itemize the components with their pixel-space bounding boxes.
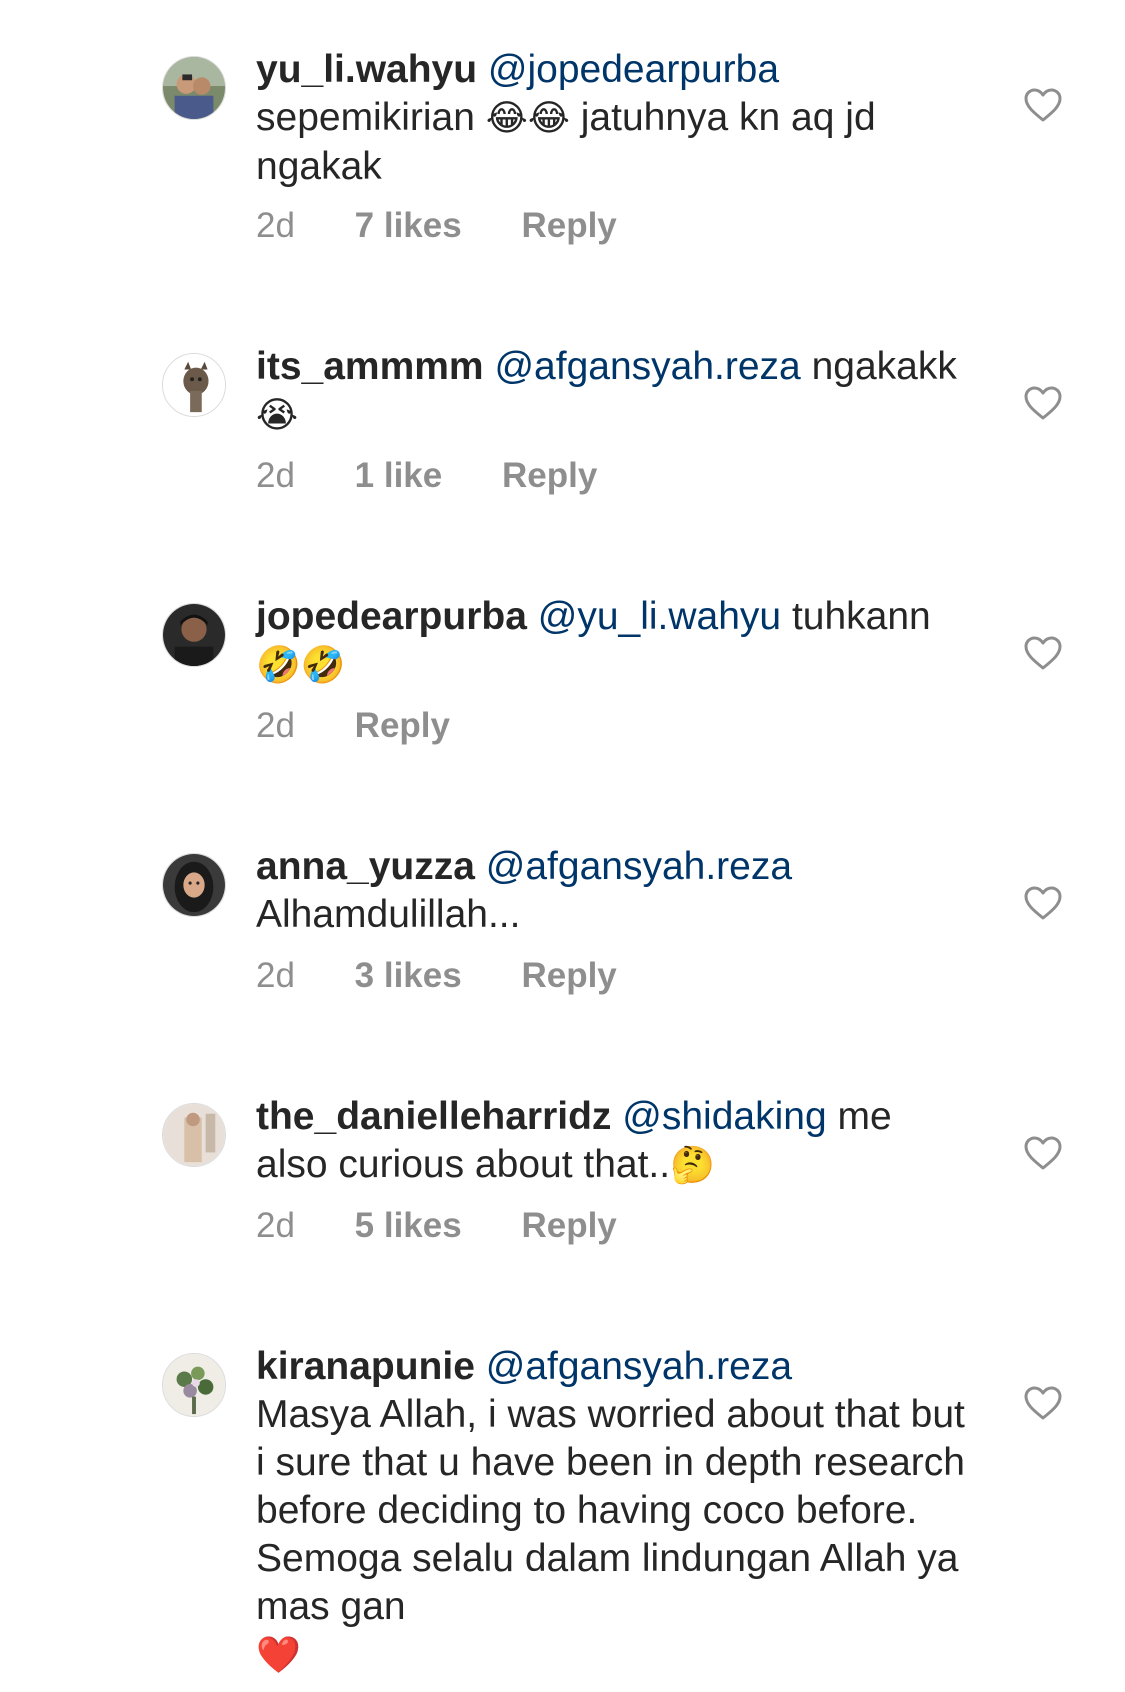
comment-meta: 2d 3 likes Reply xyxy=(256,956,617,996)
reply-button[interactable]: Reply xyxy=(521,956,616,996)
comment-time: 2d xyxy=(256,456,295,495)
comment-meta: 2d Reply xyxy=(256,706,450,746)
comment-text: Alhamdulillah... xyxy=(256,893,521,936)
heart-outline-icon[interactable] xyxy=(1024,386,1062,420)
profile-photo-icon xyxy=(163,1104,225,1166)
flowers-photo-icon xyxy=(163,1354,225,1416)
comment-username[interactable]: its_ammmm xyxy=(256,345,484,388)
comment-mention[interactable]: @afgansyah.reza xyxy=(486,1345,792,1388)
comment-likes[interactable]: 3 likes xyxy=(355,956,462,996)
comment-mention[interactable]: @yu_li.wahyu xyxy=(538,595,781,638)
comment-text: Masya Allah, i was worried about that bu… xyxy=(256,1393,965,1628)
heart-outline-icon[interactable] xyxy=(1024,1136,1062,1170)
comment-username[interactable]: kiranapunie xyxy=(256,1345,475,1388)
comment-mention[interactable]: @shidaking xyxy=(622,1095,826,1138)
comment-username[interactable]: the_danielleharridz xyxy=(256,1095,611,1138)
comment-likes[interactable]: 1 like xyxy=(355,456,443,496)
comment-meta: 2d 7 likes Reply xyxy=(256,206,617,246)
profile-photo-icon xyxy=(163,854,225,916)
heart-outline-icon[interactable] xyxy=(1024,636,1062,670)
comment-username[interactable]: jopedearpurba xyxy=(256,595,527,638)
cat-photo-icon xyxy=(163,354,225,416)
heart-outline-icon[interactable] xyxy=(1024,886,1062,920)
comment-time: 2d xyxy=(256,956,295,995)
comment-emoji: 🤔 xyxy=(670,1145,715,1186)
avatar[interactable] xyxy=(162,603,226,667)
profile-photo-icon xyxy=(163,57,225,119)
comment-username[interactable]: anna_yuzza xyxy=(256,845,475,888)
comment-body: yu_li.wahyu @jopedearpurba sepemikirian … xyxy=(256,46,966,191)
comment-username[interactable]: yu_li.wahyu xyxy=(256,48,477,91)
reply-button[interactable]: Reply xyxy=(355,706,450,746)
comment-time: 2d xyxy=(256,1206,295,1245)
comment-mention[interactable]: @afgansyah.reza xyxy=(486,845,792,888)
comment-emoji: ❤️ xyxy=(256,1635,301,1676)
avatar[interactable] xyxy=(162,353,226,417)
comment-mention[interactable]: @jopedearpurba xyxy=(488,48,779,91)
comment-likes[interactable]: 7 likes xyxy=(355,206,462,246)
comment-body: anna_yuzza @afgansyah.reza Alhamdulillah… xyxy=(256,843,966,939)
avatar[interactable] xyxy=(162,1353,226,1417)
comment-emoji: 😭 xyxy=(256,395,299,436)
reply-button[interactable]: Reply xyxy=(521,1206,616,1246)
comment-meta: 2d 1 like Reply xyxy=(256,456,597,496)
avatar[interactable] xyxy=(162,853,226,917)
comment-body: kiranapunie @afgansyah.reza Masya Allah,… xyxy=(256,1343,966,1680)
comment-text: tuhkann xyxy=(791,595,931,638)
comment-time: 2d xyxy=(256,706,295,745)
comment-body: its_ammmm @afgansyah.reza ngakakk 😭 xyxy=(256,343,966,440)
comment-meta: 2d 5 likes Reply xyxy=(256,1206,617,1246)
heart-outline-icon[interactable] xyxy=(1024,1386,1062,1420)
profile-photo-icon xyxy=(163,604,225,666)
comment-emoji: 🤣🤣 xyxy=(256,645,346,686)
comment-body: the_danielleharridz @shidaking me also c… xyxy=(256,1093,966,1190)
comment-likes[interactable]: 5 likes xyxy=(355,1206,462,1246)
comment-emoji: 😂😂 xyxy=(485,98,570,139)
heart-outline-icon[interactable] xyxy=(1024,88,1062,122)
reply-button[interactable]: Reply xyxy=(502,456,597,496)
reply-button[interactable]: Reply xyxy=(521,206,616,246)
comment-text: sepemikirian xyxy=(256,96,475,139)
comment-body: jopedearpurba @yu_li.wahyu tuhkann 🤣🤣 xyxy=(256,593,966,690)
comment-time: 2d xyxy=(256,206,295,245)
avatar[interactable] xyxy=(162,56,226,120)
comment-text: ngakakk xyxy=(811,345,957,388)
avatar[interactable] xyxy=(162,1103,226,1167)
comment-mention[interactable]: @afgansyah.reza xyxy=(494,345,800,388)
